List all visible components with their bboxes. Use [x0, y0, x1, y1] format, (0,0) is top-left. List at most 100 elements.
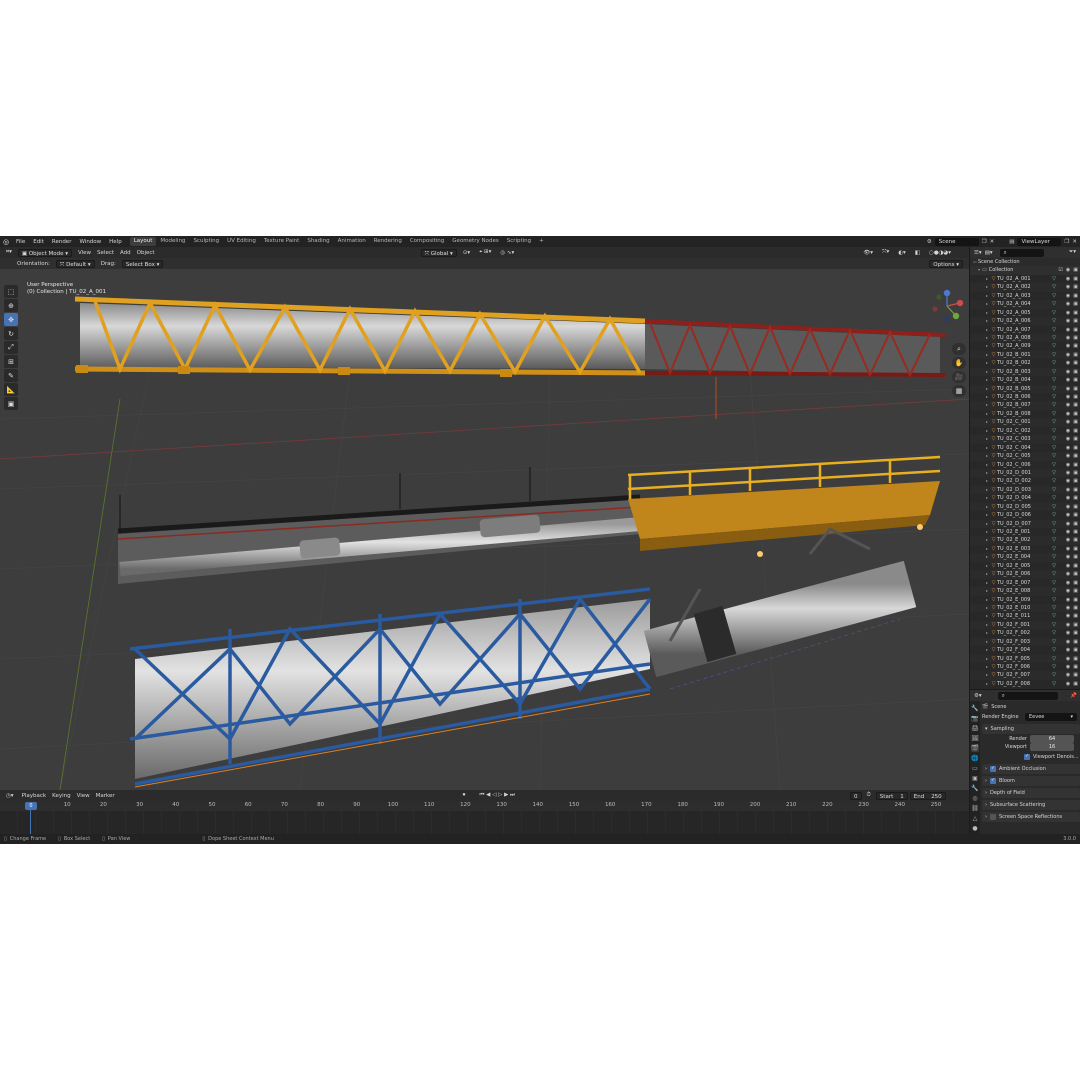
camera-icon[interactable]: ▣ — [1073, 596, 1078, 604]
properties-editor[interactable]: ⚙▾ ⌕ 📌 🔧 📷 🖨 🖼 🎬 🌐 ▭ ▣ 🔧 ◎ ⛓ △ ● 🎬 Scene … — [969, 689, 1080, 835]
scene-selector[interactable]: Scene — [934, 237, 979, 246]
outliner-object-row[interactable]: ▸ ▽ TU_02_A_005 ▽ ◉ ▣ — [970, 309, 1080, 317]
add-workspace-button[interactable]: + — [535, 237, 548, 246]
outliner-object-row[interactable]: ▸ ▽ TU_02_C_001 ▽ ◉ ▣ — [970, 418, 1080, 427]
outliner-object-row[interactable]: ▸ ▽ TU_02_E_004 ▽ ◉ ▣ — [970, 553, 1080, 562]
outliner-object-row[interactable]: ▸ ▽ TU_02_A_009 ▽ ◉ ▣ — [970, 342, 1080, 350]
output-tab-icon[interactable]: 🖨 — [971, 724, 979, 732]
remove-scene-icon[interactable]: ✕ — [990, 239, 995, 245]
outliner-object-row[interactable]: ▸ ▽ TU_02_F_005 ▽ ◉ ▣ — [970, 654, 1080, 663]
outliner-object-row[interactable]: ▸ ▽ TU_02_E_002 ▽ ◉ ▣ — [970, 536, 1080, 545]
outliner-object-row[interactable]: ▸ ▽ TU_02_B_001 ▽ ◉ ▣ — [970, 350, 1080, 360]
camera-icon[interactable]: ▣ — [1073, 587, 1078, 595]
pivot-icon[interactable]: ⊙▾ — [460, 250, 473, 256]
eye-icon[interactable]: ◉ — [1066, 385, 1070, 393]
menu-window[interactable]: Window — [75, 239, 105, 245]
shading-mode-icons[interactable]: ○●◑◕▾ — [926, 250, 954, 256]
camera-icon[interactable]: ▣ — [1073, 646, 1078, 654]
menu-edit[interactable]: Edit — [29, 239, 48, 245]
viewport-denoise-row[interactable]: ✓ Viewport Denois... — [982, 752, 1080, 762]
display-mode-icon[interactable]: ▤▾ — [985, 250, 993, 256]
render-samples-field[interactable]: 64 — [1030, 735, 1074, 743]
camera-view-icon[interactable]: 🎥 — [952, 371, 966, 383]
eye-icon[interactable]: ◉ — [1066, 511, 1070, 519]
outliner-object-row[interactable]: ▸ ▽ TU_02_F_001 ▽ ◉ ▣ — [970, 620, 1080, 630]
camera-icon[interactable]: ▣ — [1073, 427, 1078, 435]
duplicate-view-layer-icon[interactable]: ❐ — [1064, 239, 1069, 245]
render-panel-header[interactable]: › Subsurface Scattering — [982, 800, 1080, 810]
outliner-object-row[interactable]: ▸ ▽ TU_02_B_006 ▽ ◉ ▣ — [970, 393, 1080, 401]
perspective-toggle-icon[interactable]: ▦ — [952, 385, 966, 397]
tab-scripting[interactable]: Scripting — [503, 237, 535, 246]
camera-icon[interactable]: ▣ — [1073, 359, 1078, 367]
camera-icon[interactable]: ▣ — [1073, 494, 1078, 502]
scene-collection-row[interactable]: ▭ Scene Collection — [970, 258, 1080, 267]
transform-orientation-dropdown[interactable]: ⤧ Global ▾ — [420, 248, 457, 257]
playback-controls[interactable]: ⏮ ◀ ◁ ▷ ▶ ⏭ — [476, 792, 518, 799]
camera-icon[interactable]: ▣ — [1073, 570, 1078, 578]
viewport-menu-add[interactable]: Add — [117, 250, 134, 256]
drag-dropdown[interactable]: Select Box ▾ — [121, 259, 164, 268]
properties-search-input[interactable]: ⌕ — [997, 691, 1058, 700]
eye-icon[interactable]: ◉ — [1066, 435, 1070, 443]
outliner-object-row[interactable]: ▸ ▽ TU_02_C_005 ▽ ◉ ▣ — [970, 452, 1080, 461]
outliner-object-row[interactable]: ▸ ▽ TU_02_B_002 ▽ ◉ ▣ — [970, 359, 1080, 367]
eye-icon[interactable]: ◉ — [1066, 671, 1070, 679]
camera-icon[interactable]: ▣ — [1073, 342, 1078, 350]
render-tab-icon[interactable]: 📷 — [971, 714, 979, 722]
camera-icon[interactable]: ▣ — [1073, 393, 1078, 401]
camera-icon[interactable]: ▣ — [1073, 410, 1078, 418]
eye-icon[interactable]: ◉ — [1066, 427, 1070, 435]
eye-icon[interactable]: ◉ — [1066, 342, 1070, 350]
camera-icon[interactable]: ▣ — [1073, 629, 1078, 637]
render-panel-header[interactable]: › ✓ Ambient Occlusion — [982, 764, 1080, 774]
viewport-menu-select[interactable]: Select — [94, 250, 117, 256]
outliner-object-row[interactable]: ▸ ▽ TU_02_C_004 ▽ ◉ ▣ — [970, 444, 1080, 452]
select-tool-icon[interactable]: ⬚ — [4, 285, 18, 298]
eye-icon[interactable]: ◉ — [1066, 646, 1070, 654]
camera-icon[interactable]: ▣ — [1073, 562, 1078, 570]
outliner-object-row[interactable]: ▸ ▽ TU_02_F_007 ▽ ◉ ▣ — [970, 671, 1080, 680]
tab-shading[interactable]: Shading — [303, 237, 333, 246]
material-tab-icon[interactable]: ● — [971, 824, 979, 832]
outliner-object-row[interactable]: ▸ ▽ TU_02_A_004 ▽ ◉ ▣ — [970, 300, 1080, 309]
world-tab-icon[interactable]: 🌐 — [971, 754, 979, 762]
tab-rendering[interactable]: Rendering — [370, 237, 406, 246]
camera-icon[interactable]: ▣ — [1073, 351, 1078, 359]
eye-icon[interactable]: ◉ — [1066, 528, 1070, 536]
outliner-search-input[interactable]: ⌕ — [999, 248, 1044, 257]
eye-icon[interactable]: ◉ — [1066, 579, 1070, 587]
eye-icon[interactable]: ◉ — [1066, 587, 1070, 595]
eye-icon[interactable]: ◉ — [1066, 503, 1070, 511]
camera-icon[interactable]: ▣ — [1073, 376, 1078, 384]
render-panel-header[interactable]: › ✓ Bloom — [982, 776, 1080, 786]
menu-help[interactable]: Help — [105, 239, 126, 245]
playhead-marker[interactable]: 0 — [25, 802, 37, 810]
eye-icon[interactable]: ◉ — [1066, 326, 1070, 334]
outliner-object-row[interactable]: ▸ ▽ TU_02_D_006 ▽ ◉ ▣ — [970, 511, 1080, 519]
tab-animation[interactable]: Animation — [334, 237, 370, 246]
outliner-object-row[interactable]: ▸ ▽ TU_02_E_009 ▽ ◉ ▣ — [970, 596, 1080, 604]
eye-icon[interactable]: ◉ — [1066, 604, 1070, 612]
camera-icon[interactable]: ▣ — [1073, 452, 1078, 460]
outliner-object-row[interactable]: ▸ ▽ TU_02_D_002 ▽ ◉ ▣ — [970, 477, 1080, 485]
camera-icon[interactable]: ▣ — [1073, 511, 1078, 519]
outliner-object-row[interactable]: ▸ ▽ TU_02_A_008 ▽ ◉ ▣ — [970, 333, 1080, 343]
viewport-samples-field[interactable]: 16 — [1030, 743, 1074, 751]
outliner-object-row[interactable]: ▸ ▽ TU_02_E_007 ▽ ◉ ▣ — [970, 579, 1080, 587]
eye-icon[interactable]: ◉ — [1066, 486, 1070, 494]
timeline-editor-type-icon[interactable]: ◷▾ — [3, 793, 17, 799]
camera-icon[interactable]: ▣ — [1073, 528, 1078, 536]
eye-icon[interactable]: ◉ — [1066, 292, 1070, 300]
outliner-object-row[interactable]: ▸ ▽ TU_02_E_010 ▽ ◉ ▣ — [970, 603, 1080, 613]
outliner-object-row[interactable]: ▸ ▽ TU_02_A_003 ▽ ◉ ▣ — [970, 292, 1080, 300]
camera-icon[interactable]: ▣ — [1073, 418, 1078, 426]
timeline-editor[interactable]: ◷▾ Playback Keying View Marker ⏺ ⏮ ◀ ◁ ▷ ▶ … — [0, 790, 969, 834]
tab-layout[interactable]: Layout — [129, 237, 157, 246]
eye-icon[interactable]: ◉ — [1066, 469, 1070, 477]
pan-hand-icon[interactable]: ✋ — [952, 357, 966, 369]
tab-sculpting[interactable]: Sculpting — [189, 237, 223, 246]
eye-icon[interactable]: ◉ — [1066, 520, 1070, 528]
rotate-tool-icon[interactable]: ↻ — [4, 327, 18, 340]
eye-icon[interactable]: ◉ — [1066, 621, 1070, 629]
